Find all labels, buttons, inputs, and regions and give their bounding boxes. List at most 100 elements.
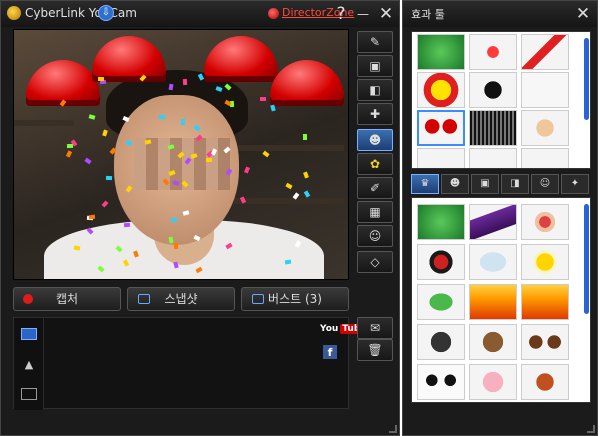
avatar-effect-button[interactable]: ☻ (357, 129, 393, 151)
effect-thumb-reindeer[interactable] (521, 364, 569, 400)
effect-thumb-static[interactable] (469, 110, 517, 146)
effect-thumb-fire-2[interactable] (521, 284, 569, 320)
frame-icon: ▣ (369, 59, 381, 73)
burst-camera-icon (252, 294, 264, 304)
shelf (234, 145, 344, 151)
effect-thumb-partial[interactable] (469, 148, 517, 168)
confetti-piece (88, 114, 96, 120)
effect-thumb-partial[interactable] (521, 148, 569, 168)
youcam-main-window: CyberLink YouCam ⇩ DirectorZone ? — ✕ ✎ … (0, 0, 400, 436)
youcam-logo-icon (7, 6, 21, 20)
effect-thumb-partial[interactable] (417, 148, 465, 168)
confetti-piece (285, 182, 294, 189)
effect-thumb-bam[interactable] (417, 72, 465, 108)
effects-window: 효과 툴 ✕ ♛ ☻ ▣ ◨ ☺ ✦ (402, 0, 598, 436)
confetti-piece (303, 133, 308, 141)
confetti-piece (303, 190, 311, 198)
avatar-mode-icon[interactable]: ▲ (21, 358, 37, 371)
tools-button[interactable]: ✎ (357, 31, 393, 53)
effects-close-button[interactable]: ✕ (573, 3, 593, 25)
tab-frame[interactable]: ▣ (471, 174, 499, 194)
particle-icon: ✿ (369, 157, 381, 171)
effect-thumb-bunny[interactable] (469, 364, 517, 400)
avatar-effects-panel[interactable] (411, 197, 591, 403)
effect-thumb-mask[interactable] (417, 244, 465, 280)
effect-thumb-fire[interactable] (469, 284, 517, 320)
close-button[interactable]: ✕ (376, 3, 396, 25)
help-button[interactable]: ? (331, 3, 351, 25)
app-title: CyberLink YouCam (25, 6, 137, 20)
email-icon: ✉ (369, 321, 381, 335)
download-icon[interactable]: ⇩ (98, 5, 114, 21)
scene-button[interactable]: ▦ (357, 201, 393, 223)
avatar-panel-scrollbar[interactable] (584, 204, 589, 314)
face-track-button[interactable]: ☺ (357, 225, 393, 247)
overlay-tab-icon: ◨ (510, 178, 520, 189)
effect-thumb-stars[interactable] (521, 244, 569, 280)
minimize-button[interactable]: — (353, 3, 373, 25)
delete-button[interactable]: 🗑 (357, 339, 393, 361)
video-mode-icon[interactable] (21, 388, 37, 400)
resize-grip[interactable] (389, 425, 397, 433)
title-bar[interactable]: CyberLink YouCam ⇩ DirectorZone ? — ✕ (1, 1, 399, 27)
confetti-piece (66, 150, 73, 159)
snapshot-label: 스냅샷 (164, 292, 198, 306)
effect-thumb-dog-ears[interactable] (521, 324, 569, 360)
effect-thumb-clown[interactable] (521, 204, 569, 240)
confetti-piece (284, 259, 291, 265)
effect-thumb-globe[interactable] (417, 34, 465, 70)
frame-tab-icon: ▣ (480, 178, 490, 189)
camera-settings-button[interactable]: ◧ (357, 79, 393, 101)
particle-button[interactable]: ✿ (357, 153, 393, 175)
eraser-button[interactable]: ◇ (357, 251, 393, 273)
particle-effects-panel[interactable] (411, 31, 591, 169)
confetti-piece (105, 175, 113, 180)
capture-button[interactable]: 캡처 (13, 287, 121, 311)
trash-icon: 🗑 (367, 343, 383, 357)
tab-avatar-hat[interactable]: ♛ (411, 174, 439, 194)
scene-icon: ▦ (369, 205, 381, 219)
frame-button[interactable]: ▣ (357, 55, 393, 77)
effects-title: 효과 툴 (411, 8, 445, 21)
effect-thumb-red-domes[interactable] (417, 110, 465, 146)
confetti-piece (173, 243, 178, 250)
tab-magic[interactable]: ✦ (561, 174, 589, 194)
effect-thumb-gas-mask[interactable] (417, 324, 465, 360)
effect-thumb-panda[interactable] (417, 364, 465, 400)
add-effect-button[interactable]: ✚ (357, 103, 393, 125)
confetti-piece (303, 171, 310, 179)
effect-thumb-thumbs-up[interactable] (521, 110, 569, 146)
red-dome-effect (270, 60, 344, 106)
particle-panel-scrollbar[interactable] (584, 38, 589, 120)
confetti-piece (88, 214, 96, 220)
tab-overlay[interactable]: ◨ (501, 174, 529, 194)
effects-title-bar[interactable]: 효과 툴 ✕ (403, 1, 597, 27)
effect-thumb-dragonfly[interactable] (417, 284, 465, 320)
camera-icon (138, 294, 150, 304)
camera-preview[interactable] (13, 29, 349, 280)
photo-mode-icon[interactable] (21, 328, 37, 340)
effect-thumb-sparkles[interactable] (521, 72, 569, 108)
email-button[interactable]: ✉ (357, 317, 393, 339)
effect-thumb-globe-arrow[interactable] (417, 204, 465, 240)
brush-button[interactable]: ✐ (357, 177, 393, 199)
effect-thumb-lightning[interactable] (521, 34, 569, 70)
tab-avatar-face[interactable]: ☻ (441, 174, 469, 194)
confetti-piece (102, 129, 109, 137)
facebook-icon[interactable]: f (323, 345, 337, 359)
confetti-piece (183, 79, 188, 86)
media-gallery[interactable]: ▲ You Tube f (13, 317, 369, 410)
effects-resize-grip[interactable] (587, 425, 595, 433)
emotion-tab-icon: ☺ (539, 178, 551, 189)
snapshot-button[interactable]: 스냅샷 (127, 287, 235, 311)
effect-thumb-cow[interactable] (469, 324, 517, 360)
effect-thumb-witch-hat[interactable] (469, 204, 517, 240)
effect-thumb-cloud[interactable] (469, 244, 517, 280)
confetti-piece (262, 151, 270, 158)
director-zone-icon (268, 8, 279, 19)
effect-thumb-bird[interactable] (469, 72, 517, 108)
burst-button[interactable]: 버스트 (3) (241, 287, 349, 311)
effect-category-tabs: ♛ ☻ ▣ ◨ ☺ ✦ (411, 174, 591, 194)
effect-thumb-exclaim[interactable] (469, 34, 517, 70)
tab-emotion[interactable]: ☺ (531, 174, 559, 194)
